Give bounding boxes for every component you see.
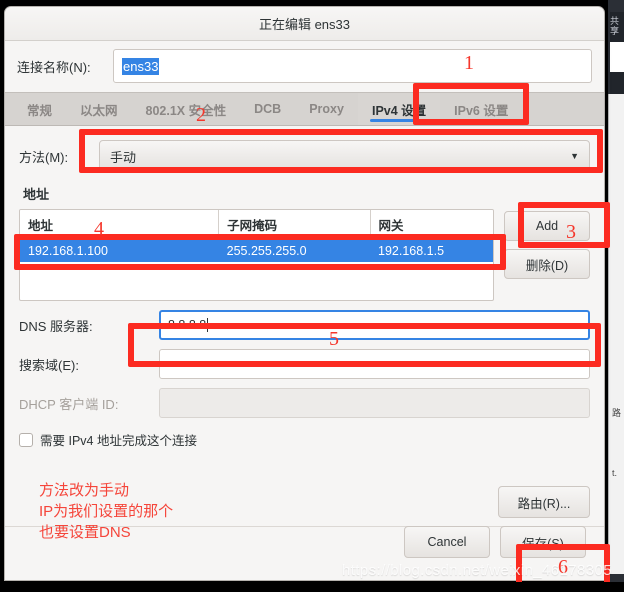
checkbox-icon[interactable]	[19, 432, 33, 447]
tab-general[interactable]: 常规	[13, 93, 66, 125]
cell-address: 192.168.1.100	[20, 239, 219, 262]
search-domain-input[interactable]	[159, 349, 590, 379]
tab-ipv4-settings[interactable]: IPv4 设置	[357, 93, 441, 125]
tab-bar: 常规 以太网 802.1X 安全性 DCB Proxy IPv4 设置 IPv6…	[5, 92, 604, 126]
tab-proxy-label: Proxy	[309, 102, 344, 116]
tab-ipv6-settings[interactable]: IPv6 设置	[440, 93, 522, 125]
method-dropdown[interactable]: 手动 ▼	[99, 140, 590, 172]
delete-address-button[interactable]: 删除(D)	[504, 249, 590, 279]
save-button[interactable]: 保存(S)	[500, 526, 586, 558]
column-header-netmask[interactable]: 子网掩码	[218, 210, 371, 240]
dns-input[interactable]: 8.8.8.8	[159, 310, 590, 340]
connection-name-row: 连接名称(N): ens33	[5, 41, 604, 92]
column-header-gateway[interactable]: 网关	[370, 210, 493, 240]
tab-ipv4-label: IPv4 设置	[371, 103, 427, 118]
annotation-number-1: 1	[464, 52, 474, 74]
window-title: 正在编辑 ens33	[258, 17, 351, 32]
connection-name-label: 连接名称(N):	[17, 59, 91, 75]
cancel-button[interactable]: Cancel	[404, 526, 490, 558]
tab-dcb[interactable]: DCB	[240, 93, 295, 125]
routes-button[interactable]: 路由(R)...	[498, 486, 590, 518]
annotation-number-4: 4	[94, 218, 104, 240]
cell-gateway: 192.168.1.5	[370, 239, 493, 262]
addresses-table[interactable]: 地址 子网掩码 网关 192.168.1.100 255.255.255.0 1…	[19, 209, 494, 301]
background-window-panel	[610, 72, 624, 94]
tab-dcb-label: DCB	[254, 102, 282, 116]
active-tab-underline	[369, 119, 429, 122]
table-row[interactable]: 192.168.1.100 255.255.255.0 192.168.1.5	[20, 239, 493, 262]
search-domain-row: 搜索域(E):	[19, 349, 590, 379]
text-caret	[207, 318, 209, 332]
chevron-down-icon: ▼	[570, 151, 579, 161]
tab-8021x-security[interactable]: 802.1X 安全性	[132, 93, 241, 125]
search-domain-label: 搜索域(E):	[19, 357, 79, 373]
tab-ipv6-label: IPv6 设置	[454, 103, 509, 118]
annotation-number-5: 5	[329, 328, 339, 350]
method-value: 手动	[110, 149, 137, 165]
dhcp-client-id-label: DHCP 客户端 ID:	[19, 396, 119, 412]
require-ipv4-label: 需要 IPv4 地址完成这个连接	[40, 434, 197, 448]
titlebar: 正在编辑 ens33	[5, 7, 604, 41]
dns-row: DNS 服务器: 8.8.8.8	[19, 310, 590, 340]
annotation-note: 方法改为手动 IP为我们设置的那个 也要设置DNS	[39, 482, 174, 541]
method-row: 方法(M): 手动 ▼	[19, 140, 590, 172]
background-fragment-b: t.	[612, 468, 618, 478]
addresses-area: 地址 子网掩码 网关 192.168.1.100 255.255.255.0 1…	[19, 209, 590, 301]
tab-ethernet[interactable]: 以太网	[66, 93, 132, 125]
require-ipv4-checkbox-row[interactable]: 需要 IPv4 地址完成这个连接	[19, 430, 590, 449]
background-window-body	[608, 94, 624, 574]
column-header-address[interactable]: 地址	[20, 210, 220, 240]
tab-ethernet-label: 以太网	[80, 103, 118, 118]
tab-8021x-label: 802.1X 安全性	[145, 103, 227, 118]
connection-name-input[interactable]: ens33	[113, 49, 592, 83]
watermark: https://blog.csdn.net/weixin_46178305	[342, 562, 612, 579]
background-window-vertical-label: 共享	[610, 16, 620, 36]
addresses-section-title: 地址	[23, 187, 50, 202]
screen: 共享 路 t. 正在编辑 ens33 连接名称(N): ens33 常规 以太网…	[0, 0, 624, 592]
taskbar	[0, 582, 624, 592]
connection-name-value: ens33	[122, 57, 160, 75]
dns-label: DNS 服务器:	[19, 318, 93, 334]
method-label: 方法(M):	[19, 149, 69, 165]
dhcp-client-id-row: DHCP 客户端 ID:	[19, 388, 590, 418]
add-address-button[interactable]: Add	[504, 211, 590, 241]
background-window-field	[610, 42, 624, 72]
dhcp-client-id-input	[159, 388, 590, 418]
annotation-number-2: 2	[196, 104, 206, 126]
cell-netmask: 255.255.255.0	[218, 239, 371, 262]
tab-proxy[interactable]: Proxy	[295, 93, 358, 125]
dns-value: 8.8.8.8	[168, 318, 207, 332]
address-buttons: Add 删除(D)	[504, 209, 590, 279]
annotation-number-3: 3	[566, 221, 576, 243]
table-header-row: 地址 子网掩码 网关	[20, 210, 493, 240]
background-fragment-a: 路	[612, 408, 622, 418]
tab-general-label: 常规	[27, 103, 53, 118]
